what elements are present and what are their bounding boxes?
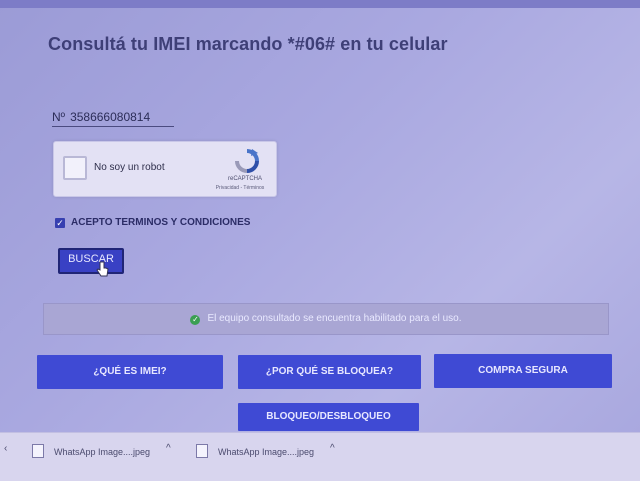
download-filename: WhatsApp Image....jpeg <box>218 447 315 457</box>
terms-checkbox-row[interactable]: ✓ ACEPTO TERMINOS Y CONDICIONES <box>55 217 250 228</box>
file-icon <box>32 444 44 458</box>
recaptcha-brand: reCAPTCHA <box>227 176 262 182</box>
recaptcha-widget: No soy un robot reCAPTCHA Privacidad - T… <box>53 141 277 197</box>
check-circle-icon: ✓ <box>190 315 201 325</box>
download-filename: WhatsApp Image....jpeg <box>54 447 151 457</box>
chevron-up-icon[interactable]: ^ <box>330 443 335 454</box>
page-title: Consultá tu IMEI marcando *#06# en tu ce… <box>48 34 448 54</box>
browser-top-strip <box>0 0 640 8</box>
file-icon <box>196 444 208 458</box>
recaptcha-links[interactable]: Privacidad - Términos <box>209 185 271 191</box>
terms-label: ACEPTO TERMINOS Y CONDICIONES <box>71 217 251 228</box>
what-is-imei-button[interactable]: ¿QUÉ ES IMEI? <box>37 355 223 389</box>
why-blocked-button[interactable]: ¿POR QUÉ SE BLOQUEA? <box>238 355 421 389</box>
secure-purchase-button[interactable]: COMPRA SEGURA <box>434 354 612 388</box>
recaptcha-label: No soy un robot <box>94 162 165 173</box>
recaptcha-checkbox[interactable] <box>63 156 87 180</box>
download-item[interactable]: WhatsApp Image....jpeg <box>32 444 150 458</box>
terms-check-icon[interactable]: ✓ <box>55 218 65 228</box>
imei-value: 358666080814 <box>70 110 151 124</box>
hand-cursor-icon <box>96 261 109 277</box>
chevron-left-icon[interactable]: ‹ <box>4 443 7 454</box>
download-item[interactable]: WhatsApp Image....jpeg <box>196 444 314 458</box>
status-message: El equipo consultado se encuentra habili… <box>207 313 462 324</box>
status-banner: ✓ El equipo consultado se encuentra habil… <box>43 303 609 335</box>
chevron-up-icon[interactable]: ^ <box>166 443 171 454</box>
block-unblock-button[interactable]: BLOQUEO/DESBLOQUEO <box>238 403 419 431</box>
search-button[interactable]: BUSCAR <box>58 248 124 274</box>
imei-input[interactable]: Nº 358666080814 <box>52 108 174 127</box>
download-bar: ‹ WhatsApp Image....jpeg ^ WhatsApp Imag… <box>0 432 640 481</box>
recaptcha-logo-icon <box>235 149 259 173</box>
imei-prefix: Nº <box>52 110 66 124</box>
